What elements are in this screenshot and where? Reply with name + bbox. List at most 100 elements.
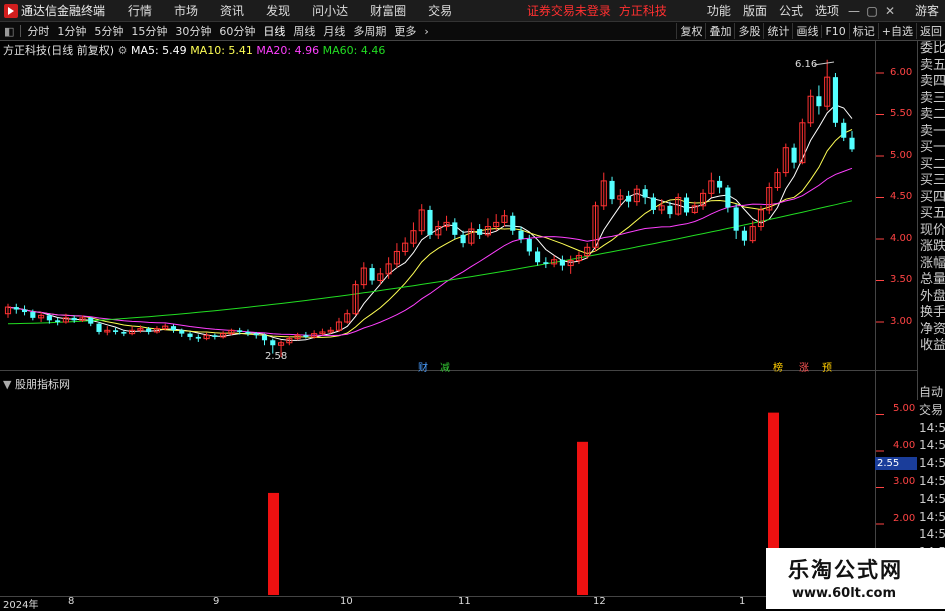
candle-body: [526, 239, 532, 252]
candle-body: [510, 215, 516, 231]
indicator-tick: 4.00: [893, 440, 916, 451]
candle-body: [609, 180, 615, 200]
tick-time: 14:56: [919, 527, 945, 542]
tick-time: 14:56: [919, 438, 945, 453]
price-tick: 5.50: [890, 108, 913, 119]
candle-body: [733, 207, 739, 231]
candle-body: [113, 330, 119, 332]
indicator-tick: 2.00: [893, 513, 916, 524]
event-marker-forecast[interactable]: 预: [822, 359, 832, 374]
side-label: 换手: [920, 305, 945, 320]
candle-body: [816, 96, 822, 107]
candle-body: [477, 229, 483, 235]
ma5-label: MA5: 5.49: [130, 44, 187, 57]
low-price-label: 2.58: [265, 351, 288, 362]
candle-body: [841, 122, 847, 138]
side-label: 卖一: [920, 123, 945, 139]
ma20-label: MA20: 4.96: [256, 44, 320, 57]
kline-chart[interactable]: [0, 0, 945, 609]
indicator-tick: 3.00: [893, 476, 916, 487]
side-label: 净资: [920, 321, 945, 337]
candle-body: [460, 234, 466, 244]
quote-side-panel: 委比 卖五 卖四 卖三 卖二 卖一 买一 买二 买三 买四 买五 现价 涨跌 涨…: [917, 41, 945, 400]
side-label: 委比: [920, 41, 945, 56]
side-label: 买四: [920, 189, 945, 205]
tick-time: 14:56: [919, 509, 945, 524]
side-label: 收益: [920, 338, 945, 353]
event-marker-reduce[interactable]: 减: [440, 359, 450, 374]
indicator-last-value: 2.55: [875, 457, 917, 470]
candle-body: [30, 312, 36, 318]
candle-body: [46, 315, 52, 321]
side-label: 卖三: [920, 90, 945, 106]
candle-body: [642, 189, 648, 198]
watermark: 乐淘公式网 www.60lt.com: [766, 548, 945, 609]
candle-body: [179, 330, 185, 334]
indicator-tick: 5.00: [893, 403, 916, 414]
candle-body: [270, 340, 276, 346]
chart-info-line: 方正科技(日线 前复权) ⚙ MA5: 5.49 MA10: 5.41 MA20…: [3, 42, 385, 58]
side-label: 买二: [920, 156, 945, 172]
candle-body: [195, 336, 201, 339]
candle-body: [849, 137, 855, 150]
price-tick: 6.00: [890, 67, 913, 78]
candle-body: [518, 230, 524, 239]
candle-body: [725, 187, 731, 208]
stock-name: 方正科技(日线 前复权): [3, 44, 115, 57]
candle-body: [21, 309, 28, 313]
event-marker-list[interactable]: 榜: [773, 359, 783, 374]
candle-body: [71, 317, 77, 321]
tick-time: 14:56: [919, 420, 945, 435]
tick-time: 14:56: [919, 473, 945, 488]
candle-body: [683, 197, 690, 213]
event-marker-limitup[interactable]: 涨: [799, 359, 809, 374]
price-tick: 3.00: [890, 316, 913, 327]
indicator-bar: [268, 492, 279, 595]
indicator-bar: [577, 441, 588, 595]
price-tick: 4.00: [890, 233, 913, 244]
side-label: 涨幅: [920, 255, 945, 271]
candle-body: [212, 335, 218, 337]
candle-body: [791, 147, 797, 163]
side-label: 卖四: [920, 74, 945, 89]
candle-body: [170, 326, 177, 331]
candle-body: [146, 328, 152, 332]
candles: [4, 59, 855, 357]
price-tick: 3.50: [890, 274, 913, 285]
price-tick: 5.00: [890, 150, 913, 161]
candle-body: [245, 331, 251, 334]
date-label: 11: [458, 596, 471, 607]
date-label: 10: [340, 596, 353, 607]
side-label: 卖二: [920, 107, 945, 122]
candle-body: [88, 317, 94, 324]
side-label: 买五: [920, 206, 945, 221]
candle-body: [717, 180, 723, 188]
candle-body: [832, 77, 839, 123]
candle-body: [237, 330, 243, 332]
high-price-label: 6.16: [795, 59, 818, 70]
side-label: 涨跌: [920, 239, 945, 254]
indicator-bars: [268, 412, 779, 595]
candle-body: [650, 197, 656, 210]
chevron-down-icon[interactable]: ▼: [3, 378, 11, 391]
side-label: 外盘: [920, 288, 945, 304]
trade-label: 交易: [919, 402, 944, 417]
candle-body: [253, 333, 259, 336]
side-label: 总量: [920, 272, 945, 287]
ma10-label: MA10: 5.41: [190, 44, 253, 57]
event-marker-finance[interactable]: 财: [418, 359, 428, 374]
indicator-name[interactable]: 股朋指标网: [15, 378, 70, 391]
candle-body: [543, 262, 549, 264]
auto-label[interactable]: 自动: [917, 384, 945, 402]
date-label: 1: [739, 596, 746, 607]
candle-body: [96, 323, 102, 332]
tick-time: 14:56: [919, 456, 945, 471]
settings-icon[interactable]: ⚙: [118, 44, 128, 57]
side-label: 买三: [920, 173, 945, 188]
candle-body: [427, 209, 433, 235]
side-label: 现价: [920, 222, 945, 238]
candle-body: [13, 307, 19, 310]
candle-body: [187, 333, 193, 337]
candle-body: [55, 320, 61, 322]
date-label: 8: [68, 596, 75, 607]
